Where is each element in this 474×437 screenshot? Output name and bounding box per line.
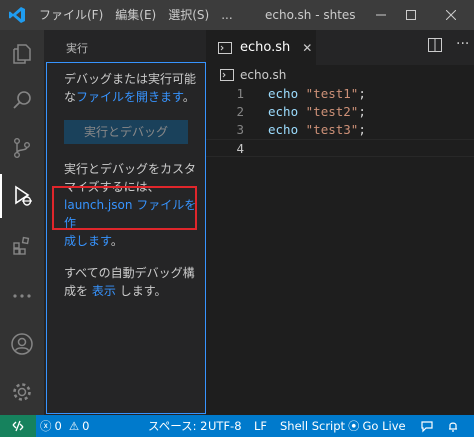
account-icon[interactable]	[0, 322, 44, 366]
sidebar-title: 実行	[66, 42, 88, 55]
breadcrumb-file[interactable]: echo.sh	[240, 68, 286, 82]
string-literal: "test2"	[305, 104, 359, 119]
source-control-icon[interactable]	[0, 126, 44, 170]
semicolon: ;	[358, 104, 366, 119]
more-views-icon[interactable]	[0, 274, 44, 318]
line-number: 1	[236, 86, 244, 101]
command: echo	[268, 122, 299, 137]
code-line: 2 echo "test2";	[206, 103, 474, 121]
menu-file[interactable]: ファイル(F)	[34, 0, 108, 30]
breadcrumb: echo.sh	[206, 65, 474, 85]
split-editor-icon[interactable]	[428, 38, 442, 55]
string-literal: "test1"	[305, 86, 359, 101]
terminal-file-icon	[218, 41, 232, 54]
vscode-logo-icon	[0, 0, 34, 30]
semicolon: ;	[358, 86, 366, 101]
problems-indicator[interactable]: ⓧ 0 ⚠ 0	[40, 415, 89, 437]
line-number: 3	[236, 122, 244, 137]
string-literal: "test3"	[305, 122, 359, 137]
search-icon[interactable]	[0, 78, 44, 122]
indentation-indicator[interactable]: スペース: 2	[148, 415, 207, 437]
window-title: echo.sh - shtes	[265, 8, 355, 22]
code-line: 3 echo "test3";	[206, 121, 474, 139]
semicolon: ;	[358, 122, 366, 137]
warning-icon: ⚠	[68, 419, 80, 433]
maximize-button[interactable]	[392, 0, 430, 30]
go-live-label: Go Live	[362, 419, 406, 433]
line-number: 2	[236, 104, 244, 119]
annotation-highlight-box	[52, 186, 197, 230]
extensions-icon[interactable]	[0, 224, 44, 268]
more-actions-icon[interactable]: ···	[456, 36, 469, 52]
menu-more[interactable]: ...	[216, 0, 237, 30]
error-count: 0	[54, 419, 62, 433]
eol-indicator[interactable]: LF	[254, 415, 267, 437]
remote-indicator-icon[interactable]	[0, 415, 36, 437]
broadcast-icon: ⦿	[348, 419, 360, 433]
encoding-indicator[interactable]: UTF-8	[208, 415, 242, 437]
code-line: 1 echo "test1";	[206, 85, 474, 103]
code-line-current: 4	[206, 139, 474, 157]
settings-gear-icon[interactable]	[0, 370, 44, 414]
tab-bar: echo.sh ✕ ···	[206, 30, 474, 65]
close-window-button[interactable]	[432, 0, 470, 30]
command: echo	[268, 86, 299, 101]
go-live-button[interactable]: ⦿ Go Live	[348, 415, 406, 437]
warning-count: 0	[82, 419, 90, 433]
title-bar: ファイル(F) 編集(E) 選択(S) ... echo.sh - shtes	[0, 0, 474, 30]
line-number: 4	[236, 141, 244, 156]
notifications-bell-icon[interactable]	[446, 415, 460, 437]
sidebar-focus-border	[46, 62, 206, 414]
menu-edit[interactable]: 編集(E)	[110, 0, 161, 30]
explorer-icon[interactable]	[0, 32, 44, 76]
feedback-icon[interactable]	[420, 415, 434, 437]
activity-bar	[0, 30, 44, 415]
menu-bar: ファイル(F) 編集(E) 選択(S) ...	[34, 0, 238, 30]
menu-selection[interactable]: 選択(S)	[163, 0, 214, 30]
run-debug-icon[interactable]	[0, 174, 44, 218]
close-tab-icon[interactable]: ✕	[302, 41, 312, 55]
tab-echo-sh[interactable]: echo.sh ✕	[206, 30, 316, 65]
language-mode-indicator[interactable]: Shell Script	[280, 415, 345, 437]
command: echo	[268, 104, 299, 119]
terminal-file-icon	[220, 69, 234, 81]
tab-label: echo.sh	[240, 40, 291, 55]
status-bar: ⓧ 0 ⚠ 0 スペース: 2 UTF-8 LF Shell Script ⦿ …	[0, 415, 474, 437]
code-editor[interactable]: 1 echo "test1"; 2 echo "test2"; 3 echo "…	[206, 85, 474, 415]
error-icon: ⓧ	[40, 419, 52, 433]
